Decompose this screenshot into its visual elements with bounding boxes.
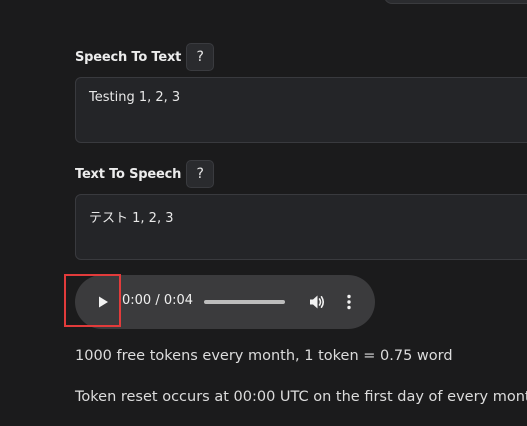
tokens-info: 1000 free tokens every month, 1 token = … (75, 348, 453, 364)
reset-info: Token reset occurs at 00:00 UTC on the f… (75, 389, 527, 405)
speech-to-text-value: Testing 1, 2, 3 (89, 90, 181, 105)
speech-to-text-help-button[interactable]: ? (186, 43, 215, 71)
volume-button[interactable] (305, 290, 329, 314)
text-to-speech-value: テスト 1, 2, 3 (89, 211, 174, 226)
more-vertical-icon (347, 294, 351, 310)
play-button-highlight (64, 274, 121, 327)
speech-to-text-output[interactable]: Testing 1, 2, 3 (75, 77, 527, 143)
page: Speech To Text ? Testing 1, 2, 3 Text To… (0, 0, 527, 426)
top-control-edge[interactable] (384, 0, 527, 4)
speech-to-text-label: Speech To Text (75, 49, 182, 65)
time-display: 0:00 / 0:04 (122, 293, 194, 308)
text-to-speech-header: Text To Speech ? (75, 160, 215, 188)
speech-to-text-header: Speech To Text ? (75, 43, 215, 71)
text-to-speech-input[interactable]: テスト 1, 2, 3 (75, 194, 527, 260)
volume-icon (310, 295, 325, 309)
text-to-speech-label: Text To Speech (75, 166, 182, 182)
more-options-button[interactable] (337, 290, 361, 314)
seek-bar[interactable] (204, 300, 285, 304)
text-to-speech-help-button[interactable]: ? (186, 160, 215, 188)
